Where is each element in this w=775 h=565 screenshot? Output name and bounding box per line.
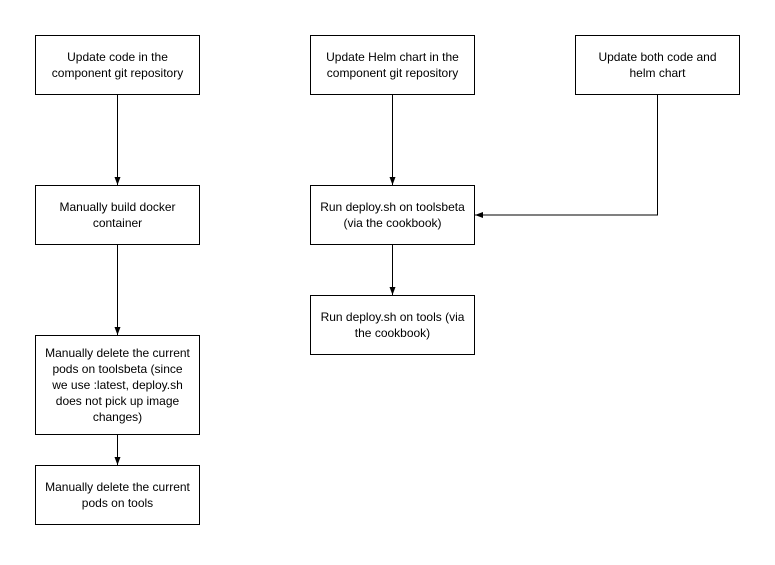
flowchart-canvas: Update code in the component git reposit… [0,0,775,565]
node-label: Update code in the component git reposit… [44,49,191,81]
node-update-code: Update code in the component git reposit… [35,35,200,95]
node-build-docker: Manually build docker container [35,185,200,245]
node-label: Run deploy.sh on tools (via the cookbook… [319,309,466,341]
node-update-both: Update both code and helm chart [575,35,740,95]
node-label: Manually delete the current pods on tool… [44,345,191,426]
node-delete-pods-tools: Manually delete the current pods on tool… [35,465,200,525]
node-update-helm: Update Helm chart in the component git r… [310,35,475,95]
node-delete-pods-toolsbeta: Manually delete the current pods on tool… [35,335,200,435]
node-deploy-toolsbeta: Run deploy.sh on toolsbeta (via the cook… [310,185,475,245]
node-label: Update both code and helm chart [584,49,731,81]
node-label: Manually delete the current pods on tool… [44,479,191,511]
node-label: Manually build docker container [44,199,191,231]
node-deploy-tools: Run deploy.sh on tools (via the cookbook… [310,295,475,355]
node-label: Run deploy.sh on toolsbeta (via the cook… [319,199,466,231]
node-label: Update Helm chart in the component git r… [319,49,466,81]
